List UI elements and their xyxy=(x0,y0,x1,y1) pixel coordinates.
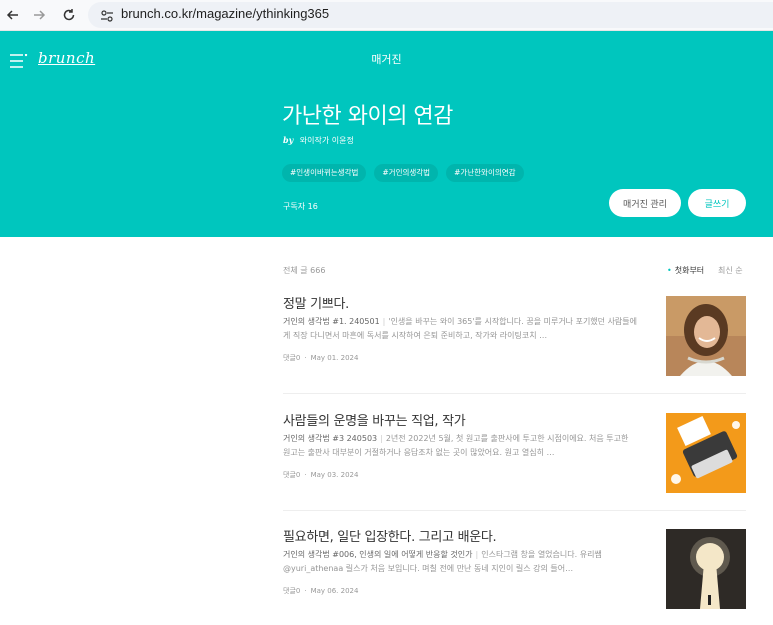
forward-arrow-icon[interactable] xyxy=(28,4,50,26)
article-subtitle: 거인의 생각법 #3 240503 xyxy=(283,434,378,443)
article-date: May 06. 2024 xyxy=(310,587,359,595)
article-meta: 댓글0 · May 01. 2024 xyxy=(283,354,359,362)
reload-icon[interactable] xyxy=(58,4,80,26)
by-label: by xyxy=(283,135,294,145)
article-thumbnail[interactable] xyxy=(666,529,746,609)
header-title: 매거진 xyxy=(371,53,402,66)
article-item[interactable]: 필요하면, 일단 입장한다. 그리고 배운다. 거인의 생각법 #006, 인생… xyxy=(283,526,746,609)
article-title[interactable]: 사람들의 운명을 바꾸는 직업, 작가 xyxy=(283,410,466,429)
magazine-cover: brunch 매거진 가난한 와이의 연감 by 와이작가 이윤정 #인생이바뀌… xyxy=(0,31,773,237)
article-thumbnail[interactable] xyxy=(666,296,746,376)
sort-latest-button[interactable]: 최신 순 xyxy=(718,265,743,276)
separator: | xyxy=(380,434,383,443)
article-date: May 03. 2024 xyxy=(310,471,359,479)
article-subtitle: 거인의 생각법 #1. 240501 xyxy=(283,317,380,326)
author-name[interactable]: 와이작가 이윤정 xyxy=(300,136,354,145)
comment-count: 댓글0 xyxy=(283,471,301,479)
site-settings-icon[interactable] xyxy=(100,8,114,27)
article-subtitle: 거인의 생각법 #006, 인생의 일에 어떻게 반응할 것인가 xyxy=(283,550,473,559)
article-excerpt: 거인의 생각법 #006, 인생의 일에 어떻게 반응할 것인가 | 인스타그램 창… xyxy=(283,548,638,576)
article-meta: 댓글0 · May 03. 2024 xyxy=(283,471,359,479)
subscriber-count[interactable]: 구독자 16 xyxy=(283,201,318,212)
divider xyxy=(283,393,746,394)
manage-magazine-button[interactable]: 매거진 관리 xyxy=(609,189,681,217)
browser-toolbar: brunch.co.kr/magazine/ythinking365 xyxy=(0,0,773,31)
article-excerpt: 거인의 생각법 #1. 240501 | '인생을 바꾸는 와이 365'를 시작합… xyxy=(283,315,638,343)
article-thumbnail[interactable] xyxy=(666,413,746,493)
article-meta: 댓글0 · May 06. 2024 xyxy=(283,587,359,595)
tag[interactable]: #가난한와이의연감 xyxy=(446,164,524,182)
url-text[interactable]: brunch.co.kr/magazine/ythinking365 xyxy=(121,6,329,21)
tag-list: #인생이바뀌는생각법 #거인의생각법 #가난한와이의연감 xyxy=(282,164,524,182)
magazine-title: 가난한 와이의 연감 xyxy=(282,104,453,129)
separator: | xyxy=(475,550,479,559)
article-date: May 01. 2024 xyxy=(310,354,359,362)
comment-count: 댓글0 xyxy=(283,587,301,595)
comment-count: 댓글0 xyxy=(283,354,301,362)
back-arrow-icon[interactable] xyxy=(2,4,24,26)
article-title[interactable]: 정말 기쁘다. xyxy=(283,293,349,312)
article-item[interactable]: 정말 기쁘다. 거인의 생각법 #1. 240501 | '인생을 바꾸는 와이 3… xyxy=(283,293,746,376)
write-button[interactable]: 글쓰기 xyxy=(688,189,746,217)
sort-first-button[interactable]: 첫화부터 xyxy=(667,265,704,276)
divider xyxy=(283,510,746,511)
article-title[interactable]: 필요하면, 일단 입장한다. 그리고 배운다. xyxy=(283,526,497,545)
separator: | xyxy=(382,317,386,326)
article-excerpt: 거인의 생각법 #3 240503 | 2년전 2022년 5월, 첫 원고를 출판… xyxy=(283,432,638,460)
total-count: 전체 글 666 xyxy=(283,266,326,275)
tag[interactable]: #거인의생각법 xyxy=(374,164,439,182)
article-item[interactable]: 사람들의 운명을 바꾸는 직업, 작가 거인의 생각법 #3 240503 | 2년… xyxy=(283,410,746,493)
byline: by 와이작가 이윤정 xyxy=(283,135,354,146)
tag[interactable]: #인생이바뀌는생각법 xyxy=(282,164,367,182)
